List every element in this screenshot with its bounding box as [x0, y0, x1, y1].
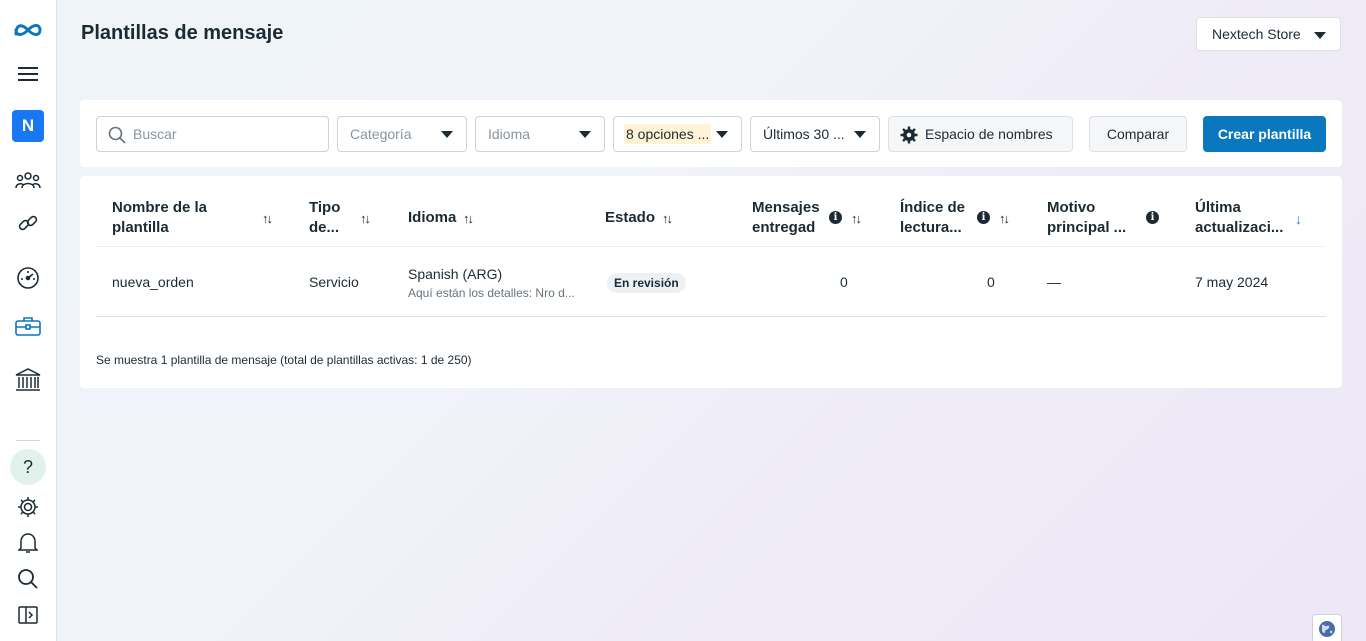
briefcase-icon[interactable] [12, 310, 44, 342]
column-header-type[interactable]: Tipo de... ↑↓ [309, 198, 379, 242]
info-icon[interactable]: i [829, 211, 842, 224]
bell-icon[interactable] [12, 527, 44, 559]
row-divider [96, 316, 1326, 317]
people-icon[interactable] [12, 164, 44, 196]
status-options-dropdown[interactable]: 8 opciones ... [613, 116, 742, 152]
header-line2: de... [309, 219, 340, 236]
header-line1: Mensajes [752, 199, 820, 216]
cell-top-reason: — [1047, 274, 1061, 290]
sort-desc-icon[interactable]: ↓ [1295, 209, 1302, 229]
column-header-language[interactable]: Idioma ↑↓ [408, 198, 528, 242]
header-line2: entregad [752, 219, 816, 236]
info-icon[interactable]: i [977, 211, 990, 224]
sort-icon[interactable]: ↑↓ [851, 209, 862, 229]
date-range-label: Últimos 30 ... [763, 126, 845, 142]
chevron-down-icon [579, 131, 591, 138]
column-header-top-reason[interactable]: Motivo principal ... i [1047, 198, 1167, 242]
column-header-label: Última actualizaci... [1195, 198, 1283, 238]
cell-language-preview: Aquí están los detalles: Nro d... [408, 286, 575, 300]
help-icon[interactable]: ? [10, 449, 46, 485]
column-header-name[interactable]: Nombre de la plantilla ↑↓ [112, 198, 282, 242]
category-dropdown-label: Categoría [350, 126, 412, 142]
search-field[interactable] [96, 116, 329, 152]
sort-icon[interactable]: ↑↓ [262, 209, 273, 229]
column-header-label: Nombre de la plantilla [112, 198, 207, 238]
column-header-label: Motivo principal ... [1047, 198, 1126, 238]
column-header-label: Estado [605, 209, 656, 226]
cell-type: Servicio [309, 274, 359, 290]
sidebar-divider [16, 440, 40, 441]
gear-icon [900, 126, 918, 147]
sort-icon[interactable]: ↑↓ [463, 209, 474, 229]
column-header-label: Idioma [408, 209, 457, 226]
collapse-panel-icon[interactable] [12, 599, 44, 631]
left-sidebar: N ? [0, 0, 57, 641]
cell-read-rate: 0 [987, 274, 995, 290]
cell-template-name[interactable]: nueva_orden [112, 274, 194, 290]
account-selector[interactable]: Nextech Store [1196, 17, 1341, 51]
header-line2: actualizaci... [1195, 219, 1284, 236]
header-divider [96, 246, 1326, 247]
header-line1: Última [1195, 199, 1241, 216]
category-dropdown[interactable]: Categoría [337, 116, 467, 152]
chevron-down-icon [1314, 32, 1326, 39]
chevron-down-icon [854, 131, 866, 138]
bank-icon[interactable] [12, 364, 44, 396]
header-line2: plantilla [112, 219, 169, 236]
status-options-label: 8 opciones ... [624, 124, 712, 144]
language-dropdown[interactable]: Idioma [475, 116, 605, 152]
column-header-label: Índice de lectura... [900, 198, 965, 238]
column-header-label: Mensajes entregad [752, 198, 820, 238]
create-template-button-label: Crear plantilla [1217, 126, 1312, 142]
column-header-last-updated[interactable]: Última actualizaci... ↓ [1195, 198, 1325, 242]
info-icon[interactable]: i [1146, 211, 1159, 224]
sort-icon[interactable]: ↑↓ [662, 209, 673, 229]
column-header-label: Tipo de... [309, 198, 340, 238]
filter-bar: Categoría Idioma 8 opciones ... Últimos … [80, 100, 1342, 167]
dashboard-gauge-icon[interactable] [12, 262, 44, 294]
cell-last-updated: 7 may 2024 [1195, 274, 1269, 290]
column-header-read-rate[interactable]: Índice de lectura... i ↑↓ [900, 198, 1020, 242]
meta-logo-icon[interactable] [12, 14, 44, 46]
header-line2: principal ... [1047, 219, 1127, 236]
sort-icon[interactable]: ↑↓ [999, 209, 1010, 229]
link-icon[interactable] [12, 207, 44, 239]
date-range-dropdown[interactable]: Últimos 30 ... [750, 116, 880, 152]
compare-button-label: Comparar [1106, 126, 1170, 142]
column-header-delivered[interactable]: Mensajes entregad i ↑↓ [752, 198, 872, 242]
cell-delivered: 0 [840, 274, 848, 290]
language-dropdown-label: Idioma [488, 126, 531, 142]
status-badge: En revisión [607, 273, 686, 293]
chevron-down-icon [716, 131, 728, 138]
business-avatar[interactable]: N [12, 110, 44, 142]
compare-button[interactable]: Comparar [1089, 116, 1187, 152]
namespace-button[interactable]: Espacio de nombres [888, 116, 1073, 152]
header-line1: Nombre de la [112, 199, 208, 216]
column-header-status[interactable]: Estado ↑↓ [605, 198, 725, 242]
sort-icon[interactable]: ↑↓ [360, 209, 371, 229]
page-title: Plantillas de mensaje [81, 22, 284, 44]
search-input[interactable] [133, 126, 313, 142]
chevron-down-icon [441, 131, 453, 138]
table-footer-count: Se muestra 1 plantilla de mensaje (total… [96, 353, 472, 367]
header-line1: Motivo [1047, 199, 1096, 216]
gear-icon[interactable] [12, 491, 44, 523]
cell-language: Spanish (ARG) [408, 266, 503, 282]
header-line2: lectura... [900, 219, 962, 236]
globe-icon[interactable] [1312, 614, 1342, 641]
namespace-button-label: Espacio de nombres [925, 126, 1053, 142]
templates-table: Nombre de la plantilla ↑↓ Tipo de... ↑↓ Id… [80, 176, 1342, 388]
search-icon[interactable] [12, 563, 44, 595]
header-line1: Índice de [900, 199, 966, 216]
header-line1: Tipo [309, 199, 341, 216]
menu-icon[interactable] [12, 58, 44, 90]
search-icon [108, 126, 126, 147]
account-selector-label: Nextech Store [1212, 26, 1301, 42]
create-template-button[interactable]: Crear plantilla [1203, 116, 1326, 152]
